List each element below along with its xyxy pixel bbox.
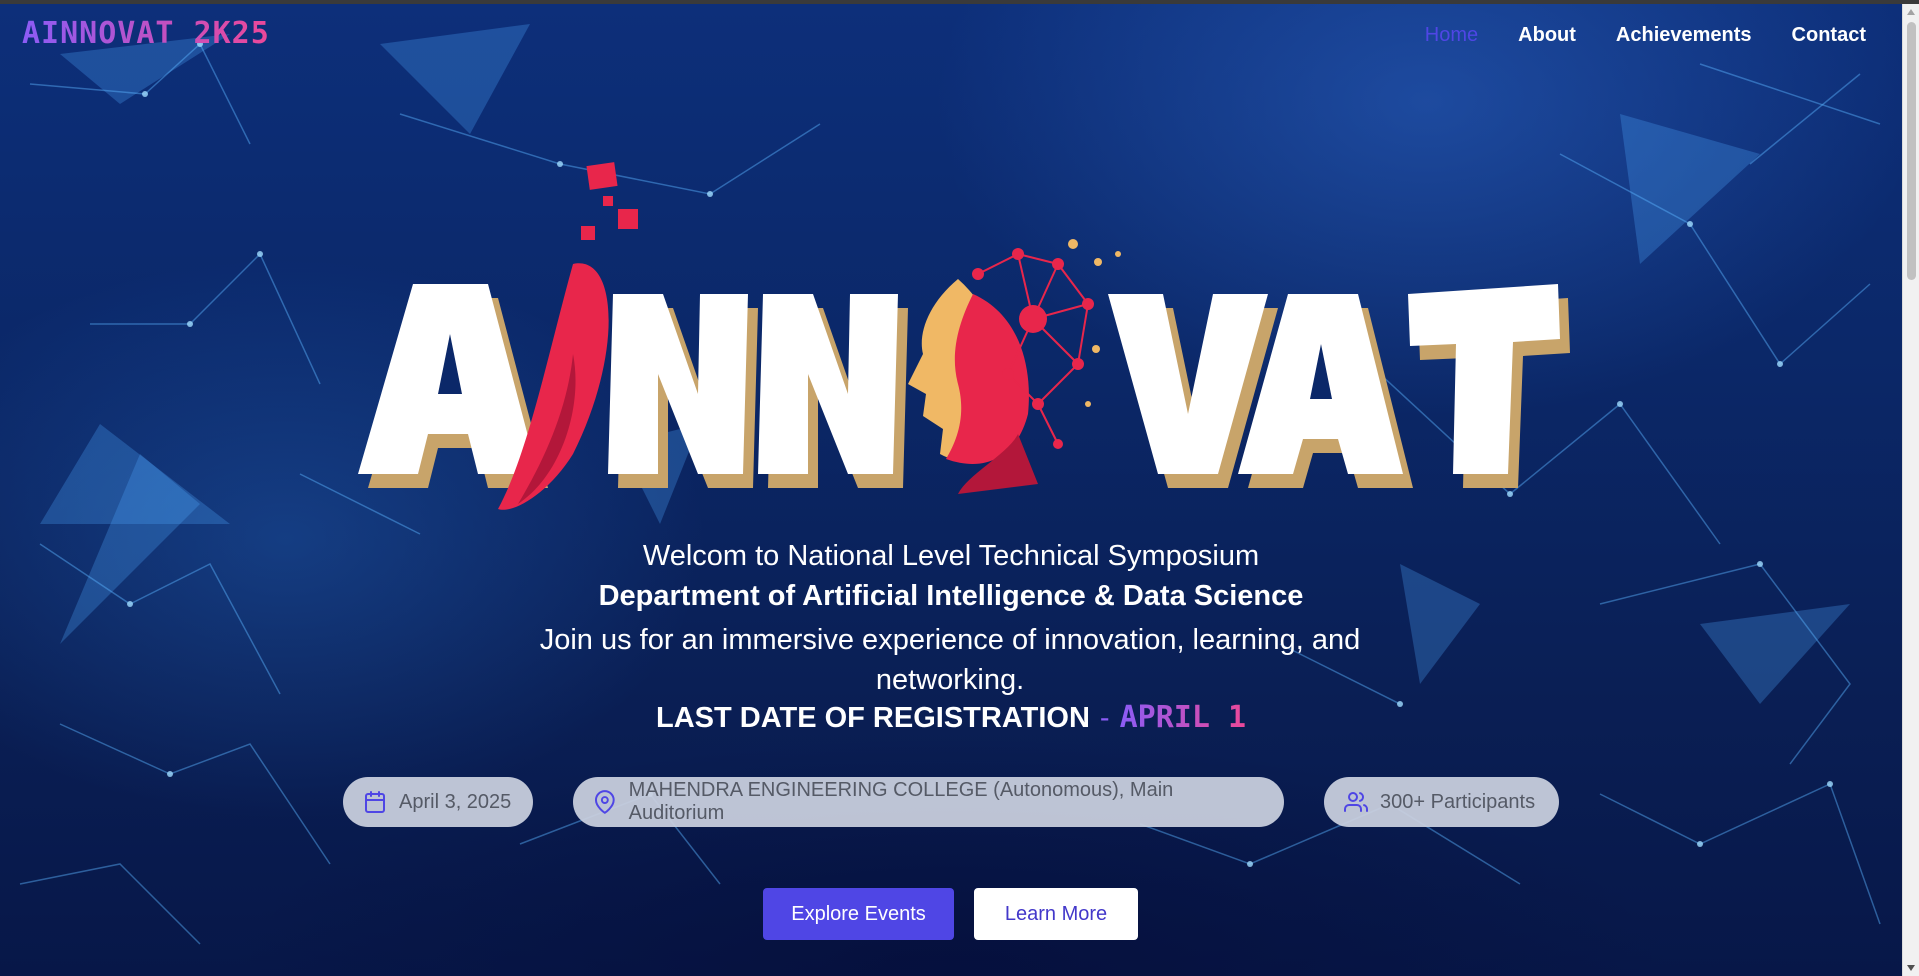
participants-text: 300+ Participants bbox=[1380, 790, 1536, 813]
registration-separator: - bbox=[1099, 702, 1110, 734]
venue-badge: MAHENDRA ENGINEERING COLLEGE (Autonomous… bbox=[573, 777, 1284, 827]
scroll-down-arrow-icon[interactable] bbox=[1907, 965, 1915, 971]
vertical-scrollbar[interactable] bbox=[1902, 4, 1919, 976]
tagline-text: Join us for an immersive experience of i… bbox=[539, 624, 1361, 696]
calendar-icon bbox=[365, 791, 385, 813]
learn-more-button[interactable]: Learn More bbox=[974, 888, 1138, 940]
nav-item-contact[interactable]: Contact bbox=[1792, 24, 1866, 47]
registration-deadline: LAST DATE OF REGISTRATION - APRIL 1 bbox=[0, 700, 1902, 735]
map-pin-icon bbox=[594, 790, 615, 814]
date-text: April 3, 2025 bbox=[399, 790, 512, 813]
department-heading: Department of Artificial Intelligence & … bbox=[598, 580, 1304, 612]
users-icon bbox=[1344, 792, 1368, 812]
welcome-heading: Welcom to National Level Technical Sympo… bbox=[642, 540, 1260, 572]
nav-item-home[interactable]: Home bbox=[1425, 24, 1478, 47]
registration-label: LAST DATE OF REGISTRATION bbox=[655, 702, 1090, 734]
nav-item-about[interactable]: About bbox=[1518, 24, 1576, 47]
scrollbar-thumb[interactable] bbox=[1907, 22, 1916, 280]
brand-logo-text[interactable]: AINNOVAT 2K25 bbox=[22, 16, 270, 51]
hero-section: AINNOVAT 2K25 Home About Achievements Co… bbox=[0, 4, 1902, 976]
scroll-up-arrow-icon[interactable] bbox=[1907, 9, 1915, 15]
participants-badge: 300+ Participants bbox=[1324, 777, 1559, 827]
nav-item-achievements[interactable]: Achievements bbox=[1616, 24, 1752, 47]
date-badge: April 3, 2025 bbox=[343, 777, 533, 827]
explore-events-button[interactable]: Explore Events bbox=[763, 888, 954, 940]
main-nav: Home About Achievements Contact bbox=[1425, 24, 1866, 47]
ainnovat-logo bbox=[358, 162, 1570, 510]
registration-date: APRIL 1 bbox=[1119, 700, 1247, 735]
venue-text: MAHENDRA ENGINEERING COLLEGE (Autonomous… bbox=[628, 779, 1174, 824]
